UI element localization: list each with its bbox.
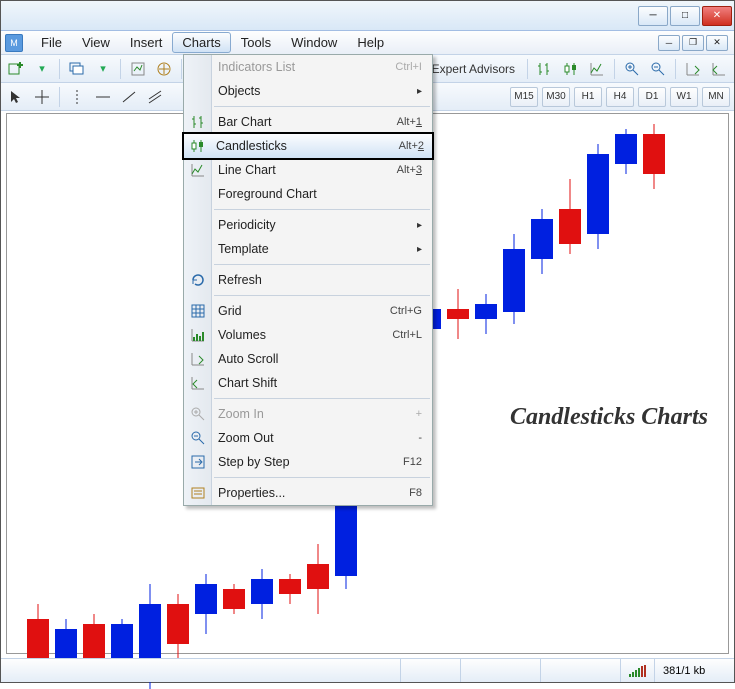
menu-insert[interactable]: Insert: [120, 32, 173, 53]
menu-view[interactable]: View: [72, 32, 120, 53]
menu-zoom-out[interactable]: Zoom Out-: [184, 426, 432, 450]
trendline-icon[interactable]: [118, 86, 140, 108]
menu-tools[interactable]: Tools: [231, 32, 281, 53]
timeframe-mn[interactable]: MN: [702, 87, 730, 107]
dropdown-arrow-icon[interactable]: ▾: [92, 58, 114, 80]
close-button[interactable]: ✕: [702, 6, 732, 26]
menu-charts[interactable]: Charts: [172, 32, 230, 53]
menu-periodicity[interactable]: Periodicity▸: [184, 213, 432, 237]
menu-help[interactable]: Help: [347, 32, 394, 53]
menu-volumes[interactable]: VolumesCtrl+L: [184, 323, 432, 347]
candlestick: [587, 144, 609, 249]
autoscroll-icon[interactable]: [682, 58, 704, 80]
menu-template[interactable]: Template▸: [184, 237, 432, 261]
app-logo-icon: M: [5, 34, 23, 52]
profiles-icon[interactable]: [66, 58, 88, 80]
connection-status-icon[interactable]: [620, 659, 654, 682]
expert-advisors-label[interactable]: Expert Advisors: [426, 62, 521, 76]
candlestick: [279, 574, 301, 604]
charts-menu-dropdown: Indicators ListCtrl+I Objects▸ Bar Chart…: [183, 54, 433, 506]
maximize-button[interactable]: □: [670, 6, 700, 26]
minimize-button[interactable]: ─: [638, 6, 668, 26]
menu-auto-scroll[interactable]: Auto Scroll: [184, 347, 432, 371]
timeframe-d1[interactable]: D1: [638, 87, 666, 107]
menu-chart-shift[interactable]: Chart Shift: [184, 371, 432, 395]
candlestick: [223, 584, 245, 614]
candlestick: [643, 124, 665, 189]
timeframe-m30[interactable]: M30: [542, 87, 570, 107]
line-chart-icon: [189, 161, 207, 179]
menu-window[interactable]: Window: [281, 32, 347, 53]
menu-indicators-list[interactable]: Indicators ListCtrl+I: [184, 55, 432, 79]
candlestick: [447, 289, 469, 339]
bar-chart-icon: [189, 113, 207, 131]
timeframe-h4[interactable]: H4: [606, 87, 634, 107]
market-watch-icon[interactable]: [127, 58, 149, 80]
crosshair-icon[interactable]: [31, 86, 53, 108]
chart-shift-icon: [189, 374, 207, 392]
menu-zoom-in[interactable]: Zoom In+: [184, 402, 432, 426]
menu-foreground-chart[interactable]: Foreground Chart: [184, 182, 432, 206]
zoom-in-icon[interactable]: [621, 58, 643, 80]
timeframe-h1[interactable]: H1: [574, 87, 602, 107]
mdi-restore-button[interactable]: ❐: [682, 35, 704, 51]
candlestick: [503, 234, 525, 324]
mdi-close-button[interactable]: ✕: [706, 35, 728, 51]
horizontal-line-icon[interactable]: [92, 86, 114, 108]
channel-icon[interactable]: [144, 86, 166, 108]
autoscroll-icon: [189, 350, 207, 368]
menu-bar-chart[interactable]: Bar ChartAlt+1: [184, 110, 432, 134]
menu-refresh[interactable]: Refresh: [184, 268, 432, 292]
candlestick: [531, 209, 553, 274]
menu-objects[interactable]: Objects▸: [184, 79, 432, 103]
vertical-line-icon[interactable]: [66, 86, 88, 108]
zoom-out-icon: [189, 429, 207, 447]
step-icon: [189, 453, 207, 471]
menu-properties[interactable]: Properties...F8: [184, 481, 432, 505]
traffic-status: 381/1 kb: [654, 659, 734, 682]
bar-chart-icon[interactable]: [534, 58, 556, 80]
refresh-icon: [189, 271, 207, 289]
candlestick: [475, 294, 497, 334]
line-chart-icon[interactable]: [586, 58, 608, 80]
candlestick: [195, 574, 217, 634]
properties-icon: [189, 484, 207, 502]
dropdown-arrow-icon[interactable]: ▾: [31, 58, 53, 80]
mdi-minimize-button[interactable]: ─: [658, 35, 680, 51]
timeframe-w1[interactable]: W1: [670, 87, 698, 107]
candlestick-icon[interactable]: [560, 58, 582, 80]
cursor-icon[interactable]: [5, 86, 27, 108]
status-bar: 381/1 kb: [1, 658, 734, 682]
menu-grid[interactable]: GridCtrl+G: [184, 299, 432, 323]
candlestick: [615, 129, 637, 174]
chart-shift-icon[interactable]: [708, 58, 730, 80]
menu-candlesticks[interactable]: CandlesticksAlt+2: [182, 132, 434, 160]
candlestick-icon: [189, 137, 207, 155]
timeframe-m15[interactable]: M15: [510, 87, 538, 107]
chart-overlay-label: Candlesticks Charts: [510, 404, 708, 431]
volumes-icon: [189, 326, 207, 344]
menu-line-chart[interactable]: Line ChartAlt+3: [184, 158, 432, 182]
grid-icon: [189, 302, 207, 320]
menu-step-by-step[interactable]: Step by StepF12: [184, 450, 432, 474]
zoom-out-icon[interactable]: [647, 58, 669, 80]
window-titlebar: ─ □ ✕: [1, 1, 734, 31]
menu-bar: M File View Insert Charts Tools Window H…: [1, 31, 734, 55]
zoom-in-icon: [189, 405, 207, 423]
candlestick: [167, 594, 189, 659]
candlestick: [307, 544, 329, 614]
new-chart-icon[interactable]: [5, 58, 27, 80]
menu-file[interactable]: File: [31, 32, 72, 53]
candlestick: [559, 179, 581, 254]
navigator-icon[interactable]: [153, 58, 175, 80]
candlestick: [251, 569, 273, 619]
